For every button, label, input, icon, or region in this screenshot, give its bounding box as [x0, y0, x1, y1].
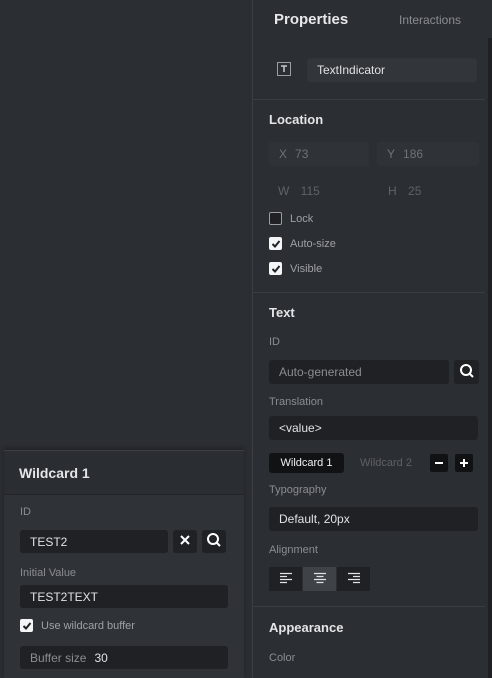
tab-interactions[interactable]: Interactions [399, 13, 461, 27]
use-buffer-checkbox-row[interactable]: Use wildcard buffer [20, 619, 135, 632]
align-left-icon [279, 572, 293, 587]
initial-value-field[interactable]: TEST2TEXT [20, 585, 228, 608]
clear-id-button[interactable] [173, 530, 197, 553]
close-icon [179, 534, 191, 549]
autosize-checkbox[interactable] [269, 237, 282, 250]
alignment-label: Alignment [269, 544, 318, 556]
plus-icon [459, 455, 469, 471]
alignment-buttons [269, 567, 371, 591]
w-field: W 115 [278, 184, 320, 198]
align-center-icon [313, 572, 327, 587]
use-buffer-checkbox[interactable] [20, 619, 33, 632]
initial-value-label: Initial Value [20, 567, 77, 579]
panel-scrollbar[interactable] [488, 38, 492, 678]
h-label: H [388, 184, 397, 198]
h-field: H 25 [388, 184, 421, 198]
lock-checkbox-row[interactable]: Lock [269, 212, 313, 225]
minus-icon [434, 455, 444, 471]
text-id-placeholder: Auto-generated [279, 365, 362, 379]
check-icon [22, 621, 31, 630]
wildcard-1-tab[interactable]: Wildcard 1 [269, 453, 344, 473]
search-icon [206, 532, 222, 551]
search-icon [459, 363, 475, 382]
align-right-button[interactable] [337, 567, 370, 591]
h-value: 25 [408, 184, 422, 198]
tab-properties[interactable]: Properties [274, 11, 348, 28]
translation-value: <value> [279, 421, 322, 435]
buffer-size-field[interactable]: Buffer size 30 [20, 646, 228, 669]
x-field[interactable]: X 73 [269, 142, 369, 166]
typography-label: Typography [269, 484, 327, 496]
y-value: 186 [403, 147, 424, 161]
visible-checkbox-row[interactable]: Visible [269, 262, 322, 275]
wildcard-1-tab-label: Wildcard 1 [280, 457, 333, 469]
text-id-label: ID [269, 336, 280, 348]
wildcard-2-tab-label: Wildcard 2 [360, 457, 412, 469]
wildcard-id-label: ID [20, 506, 31, 518]
initial-value-text: TEST2TEXT [30, 589, 99, 604]
buffer-size-label: Buffer size [30, 650, 87, 665]
appearance-section: Appearance Color [253, 607, 485, 678]
text-title: Text [269, 305, 295, 320]
wildcard-2-tab[interactable]: Wildcard 2 [351, 453, 421, 473]
autosize-checkbox-row[interactable]: Auto-size [269, 237, 336, 250]
y-field[interactable]: Y 186 [377, 142, 479, 166]
translation-label: Translation [269, 396, 324, 408]
translation-field[interactable]: <value> [269, 416, 478, 440]
align-center-button[interactable] [303, 567, 336, 591]
use-buffer-label: Use wildcard buffer [41, 619, 135, 632]
text-id-field[interactable]: Auto-generated [269, 360, 449, 384]
search-id-button[interactable] [202, 530, 226, 553]
x-value: 73 [295, 147, 309, 161]
typography-field[interactable]: Default, 20px [269, 507, 478, 531]
typography-value: Default, 20px [279, 512, 350, 526]
remove-wildcard-button[interactable] [430, 454, 448, 472]
autosize-label: Auto-size [290, 237, 336, 250]
w-value: 115 [300, 184, 320, 198]
wildcard-panel-title: Wildcard 1 [19, 464, 90, 481]
buffer-size-value: 30 [94, 650, 108, 665]
location-title: Location [269, 112, 324, 127]
panel-tabs: Properties Interactions [253, 0, 485, 40]
widget-name-value: TextIndicator [317, 63, 386, 77]
text-id-search-button[interactable] [454, 360, 479, 384]
visible-label: Visible [290, 262, 323, 275]
add-wildcard-button[interactable] [455, 454, 473, 472]
lock-checkbox[interactable] [269, 212, 282, 225]
wildcard-panel-header: Wildcard 1 [4, 451, 244, 495]
y-label: Y [387, 147, 396, 161]
color-label: Color [269, 652, 296, 664]
location-section: Location X 73 Y 186 W 115 H 25 Lock Auto… [253, 100, 485, 293]
wildcard-panel: Wildcard 1 ID TEST2 Initial Value TEST2T… [4, 450, 244, 678]
text-section: Text ID Auto-generated Translation <valu… [253, 293, 485, 607]
visible-checkbox[interactable] [269, 262, 282, 275]
x-label: X [279, 147, 288, 161]
properties-panel: Properties Interactions TextIndicator Lo… [252, 0, 492, 678]
appearance-title: Appearance [269, 620, 344, 635]
widget-name-section: TextIndicator [253, 40, 485, 100]
wildcard-id-field[interactable]: TEST2 [20, 530, 168, 553]
wildcard-id-value: TEST2 [30, 534, 68, 549]
widget-name-field[interactable]: TextIndicator [307, 58, 477, 82]
align-left-button[interactable] [269, 567, 302, 591]
lock-label: Lock [290, 212, 314, 225]
w-label: W [278, 184, 290, 198]
text-widget-icon [277, 62, 291, 76]
check-icon [271, 239, 280, 248]
align-right-icon [347, 572, 361, 587]
check-icon [271, 264, 280, 273]
